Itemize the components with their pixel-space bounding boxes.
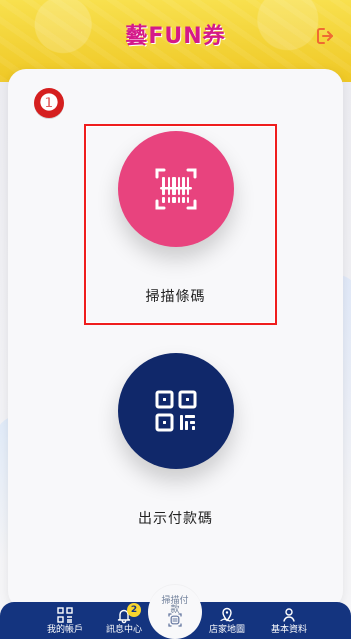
scan-barcode-label: 掃描條碼 — [145, 289, 206, 305]
message-count-badge: 2 — [127, 603, 141, 617]
account-grid-icon — [57, 607, 73, 623]
logout-icon[interactable] — [313, 24, 337, 48]
bottom-nav-account[interactable]: 我的帳戶 — [37, 603, 93, 636]
bottom-nav-profile[interactable]: 基本資料 — [261, 603, 317, 636]
payment-code-circle — [117, 353, 234, 469]
bottom-nav-message-center[interactable]: 2 訊息中心 — [96, 603, 152, 636]
payment-code-label: 出示付款碼 — [138, 511, 213, 527]
scan-pay-icon — [168, 613, 182, 627]
user-icon — [283, 608, 295, 622]
scan-barcode-circle — [117, 131, 234, 247]
step-marker: ❶ — [34, 88, 64, 118]
bottom-nav-account-label: 我的帳戶 — [46, 625, 83, 635]
bottom-nav-store-map-label: 店家地圖 — [208, 625, 245, 635]
qr-code-icon — [155, 390, 196, 432]
map-icon — [220, 607, 234, 622]
app-logo-text: 藝FUN券 — [125, 24, 226, 49]
app-logo: 藝FUN券 — [111, 14, 239, 54]
bottom-nav-message-label: 訊息中心 — [105, 625, 142, 635]
app-screen: 藝FUN券 ❶ 掃描條碼 出示付款碼 掃描付款 我的帳戶 2 訊息中心 店家地圖… — [0, 0, 351, 639]
bottom-nav-store-map[interactable]: 店家地圖 — [199, 603, 255, 636]
scan-barcode-button[interactable]: 掃描條碼 — [111, 131, 241, 306]
show-payment-code-button[interactable]: 出示付款碼 — [111, 353, 241, 528]
barcode-scan-icon — [155, 168, 196, 210]
bottom-nav-profile-label: 基本資料 — [270, 625, 307, 635]
